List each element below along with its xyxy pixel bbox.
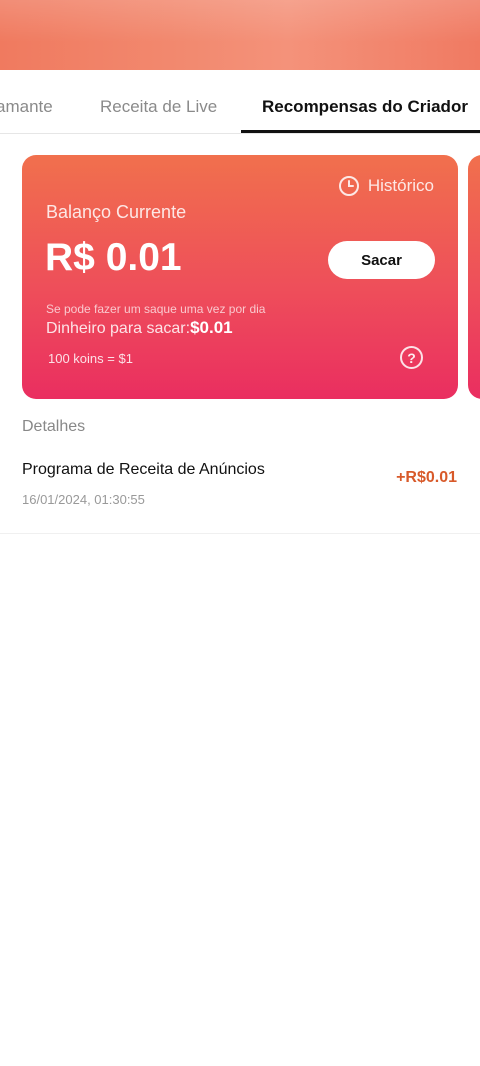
history-link[interactable]: Histórico bbox=[338, 175, 434, 197]
withdrawable-row: Dinheiro para sacar:$0.01 bbox=[46, 318, 233, 338]
detail-amount: +R$0.01 bbox=[396, 469, 457, 486]
detail-name: Programa de Receita de Anúncios bbox=[22, 461, 265, 478]
next-card-peek[interactable] bbox=[468, 155, 480, 399]
detail-date: 16/01/2024, 01:30:55 bbox=[22, 492, 145, 507]
help-symbol: ? bbox=[407, 349, 416, 366]
tab-diamante[interactable]: amante bbox=[0, 97, 53, 117]
withdrawable-label: Dinheiro para sacar: bbox=[46, 320, 191, 337]
tab-bar: amante Receita de Live Recompensas do Cr… bbox=[0, 70, 480, 134]
balance-label: Balanço Currente bbox=[46, 202, 187, 222]
balance-value: R$ 0.01 bbox=[45, 236, 182, 279]
balance-card: Histórico Balanço Currente R$ 0.01 Sacar… bbox=[22, 155, 458, 399]
withdrawable-value: $0.01 bbox=[190, 318, 233, 337]
history-label: Histórico bbox=[367, 176, 434, 195]
clock-icon bbox=[338, 176, 359, 196]
withdraw-note: Se pode fazer um saque uma vez por dia bbox=[46, 302, 266, 316]
list-item[interactable]: Programa de Receita de Anúncios 16/01/20… bbox=[0, 448, 480, 534]
withdraw-button[interactable]: Sacar bbox=[328, 241, 435, 279]
help-icon[interactable]: ? bbox=[400, 346, 423, 369]
details-title: Detalhes bbox=[22, 418, 86, 435]
tab-recompensas-do-criador[interactable]: Recompensas do Criador bbox=[262, 97, 468, 117]
active-tab-indicator bbox=[241, 130, 480, 133]
conversion-rate: 100 koins = $1 bbox=[48, 351, 133, 366]
top-banner bbox=[0, 0, 480, 70]
tab-receita-de-live[interactable]: Receita de Live bbox=[100, 97, 217, 117]
